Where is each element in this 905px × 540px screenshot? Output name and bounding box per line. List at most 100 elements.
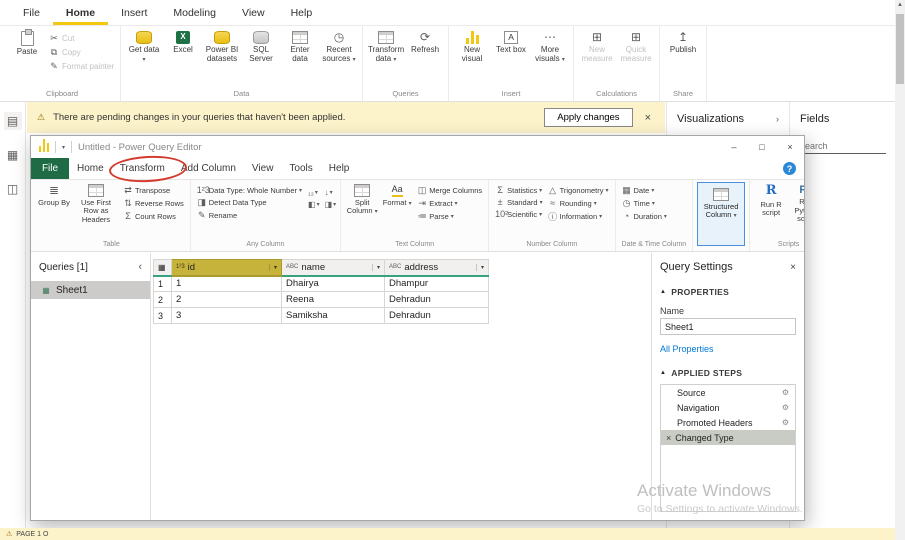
query-name-input[interactable] <box>660 318 796 335</box>
copy-button[interactable]: ⧉ Copy <box>47 47 116 58</box>
run-r-script-button[interactable]: R Run R script <box>754 181 788 240</box>
cell-address[interactable]: Dehradun <box>384 307 489 324</box>
cell-id[interactable]: 3 <box>171 307 282 324</box>
new-visual-button[interactable]: New visual <box>453 27 491 88</box>
step-source[interactable]: Source ⚙ <box>661 385 795 400</box>
structured-column-button[interactable]: Structured Column ▾ <box>697 182 746 246</box>
all-properties-link[interactable]: All Properties <box>652 335 804 354</box>
reverse-rows-button[interactable]: ⇅ Reverse Rows <box>121 198 186 209</box>
publish-button[interactable]: ↥ Publish <box>664 27 702 88</box>
more-visuals-button[interactable]: ⋯ More visuals ▾ <box>531 27 569 88</box>
report-view-icon[interactable]: ▤ <box>3 112 22 130</box>
pq-tab-help[interactable]: Help <box>321 158 358 179</box>
pq-titlebar[interactable]: ▾ Untitled - Power Query Editor – □ × <box>31 136 804 158</box>
cell-address[interactable]: Dehradun <box>384 291 489 308</box>
pq-tab-transform[interactable]: Transform <box>112 158 173 179</box>
step-promoted-headers[interactable]: Promoted Headers ⚙ <box>661 415 795 430</box>
tab-home[interactable]: Home <box>53 0 108 25</box>
tab-file[interactable]: File <box>10 0 53 25</box>
collapse-triangle-icon[interactable]: ▲ <box>660 289 666 295</box>
split-column-button[interactable]: Split Column ▾ <box>345 181 379 240</box>
cut-button[interactable]: ✂ Cut <box>47 33 116 44</box>
row-number[interactable]: 1 <box>153 275 172 292</box>
cell-id[interactable]: 2 <box>171 291 282 308</box>
transform-data-button[interactable]: Transform data ▾ <box>367 27 405 88</box>
cell-name[interactable]: Dhairya <box>281 275 385 292</box>
qat-caret-icon[interactable]: ▾ <box>62 144 65 151</box>
step-changed-type[interactable]: × Changed Type <box>661 430 795 445</box>
vertical-scrollbar[interactable]: ▲ <box>895 0 905 540</box>
new-measure-button[interactable]: ⊞ New measure <box>578 27 616 88</box>
filter-dropdown-icon[interactable]: ▾ <box>475 263 484 271</box>
model-view-icon[interactable]: ◫ <box>4 180 22 198</box>
tab-view[interactable]: View <box>229 0 278 25</box>
tab-modeling[interactable]: Modeling <box>160 0 229 25</box>
gear-icon[interactable]: ⚙ <box>782 403 789 412</box>
cell-name[interactable]: Samiksha <box>281 307 385 324</box>
trigonometry-button[interactable]: △ Trigonometry ▾ <box>546 185 611 196</box>
row-number[interactable]: 3 <box>153 307 172 324</box>
detect-data-type-button[interactable]: ◨ Detect Data Type <box>195 197 304 208</box>
statistics-button[interactable]: Σ Statistics ▾ <box>493 185 544 195</box>
date-button[interactable]: ▦ Date ▾ <box>620 185 669 196</box>
unpivot-tool-button[interactable]: ◨ ▾ <box>325 200 337 209</box>
column-header-id[interactable]: 1²3 id ▾ <box>171 259 282 277</box>
close-icon[interactable]: × <box>776 136 804 158</box>
minimize-icon[interactable]: – <box>720 136 748 158</box>
column-header-address[interactable]: ABC address ▾ <box>384 259 489 277</box>
merge-columns-button[interactable]: ◫ Merge Columns <box>415 185 484 196</box>
collapse-triangle-icon[interactable]: ▲ <box>660 370 666 376</box>
time-button[interactable]: ◷ Time ▾ <box>620 198 669 209</box>
count-rows-button[interactable]: Σ Count Rows <box>121 211 186 221</box>
run-python-script-button[interactable]: Py Run Python script <box>789 181 804 240</box>
gear-icon[interactable]: ⚙ <box>782 388 789 397</box>
duration-button[interactable]: ◔ Duration ▾ <box>620 211 669 221</box>
pivot-tool-button[interactable]: ◧ ▾ <box>308 200 320 209</box>
group-by-button[interactable]: ≣ Group By <box>37 181 71 240</box>
pq-tab-tools[interactable]: Tools <box>281 158 320 179</box>
data-type-button[interactable]: 1²3 Data Type: Whole Number ▾ <box>195 185 304 195</box>
step-navigation[interactable]: Navigation ⚙ <box>661 400 795 415</box>
collapse-queries-icon[interactable]: ‹ <box>138 261 142 273</box>
apply-changes-button[interactable]: Apply changes <box>544 108 633 127</box>
filter-dropdown-icon[interactable]: ▾ <box>268 263 277 271</box>
rename-button[interactable]: ✎ Rename <box>195 210 304 221</box>
banner-close-icon[interactable]: × <box>641 112 655 124</box>
fill-tool-button[interactable]: ↓ ▾ <box>325 188 337 197</box>
row-number[interactable]: 2 <box>153 291 172 308</box>
power-bi-datasets-button[interactable]: Power BI datasets <box>203 27 241 88</box>
query-list-item-sheet1[interactable]: ▦ Sheet1 <box>31 281 150 299</box>
transpose-button[interactable]: ⇄ Transpose <box>121 185 186 196</box>
recent-sources-button[interactable]: ◷ Recent sources ▾ <box>320 27 358 88</box>
help-icon[interactable]: ? <box>783 162 796 175</box>
quick-measure-button[interactable]: ⊞ Quick measure <box>617 27 655 88</box>
sql-server-button[interactable]: SQL Server <box>242 27 280 88</box>
query-settings-close-icon[interactable]: × <box>790 262 796 273</box>
format-painter-button[interactable]: ✎ Format painter <box>47 61 116 72</box>
data-view-icon[interactable]: ▦ <box>4 146 22 164</box>
get-data-button[interactable]: Get data ▾ <box>125 27 163 88</box>
format-button[interactable]: Aa Format ▾ <box>380 181 414 240</box>
use-first-row-as-headers-button[interactable]: Use First Row as Headers <box>72 181 120 240</box>
tab-insert[interactable]: Insert <box>108 0 160 25</box>
paste-button[interactable]: Paste <box>8 27 46 88</box>
refresh-button[interactable]: ⟳ Refresh <box>406 27 444 88</box>
scrollbar-thumb[interactable] <box>896 14 904 84</box>
rounding-button[interactable]: ≈ Rounding ▾ <box>546 198 611 208</box>
tab-help[interactable]: Help <box>278 0 326 25</box>
extract-button[interactable]: ⇥ Extract ▾ <box>415 198 484 209</box>
parse-button[interactable]: ≔ Parse ▾ <box>415 211 484 222</box>
collapse-chevron-icon[interactable]: › <box>776 114 779 124</box>
standard-button[interactable]: ± Standard ▾ <box>493 197 544 207</box>
cell-address[interactable]: Dhampur <box>384 275 489 292</box>
pq-tab-view[interactable]: View <box>244 158 282 179</box>
excel-button[interactable]: X Excel <box>164 27 202 88</box>
text-box-button[interactable]: A Text box <box>492 27 530 88</box>
pq-tab-add-column[interactable]: Add Column <box>173 158 244 179</box>
cell-id[interactable]: 1 <box>171 275 282 292</box>
pq-tab-home[interactable]: Home <box>69 158 112 179</box>
enter-data-button[interactable]: Enter data <box>281 27 319 88</box>
delete-step-icon[interactable]: × <box>666 433 671 443</box>
column-header-name[interactable]: ABC name ▾ <box>281 259 385 277</box>
filter-dropdown-icon[interactable]: ▾ <box>371 263 380 271</box>
